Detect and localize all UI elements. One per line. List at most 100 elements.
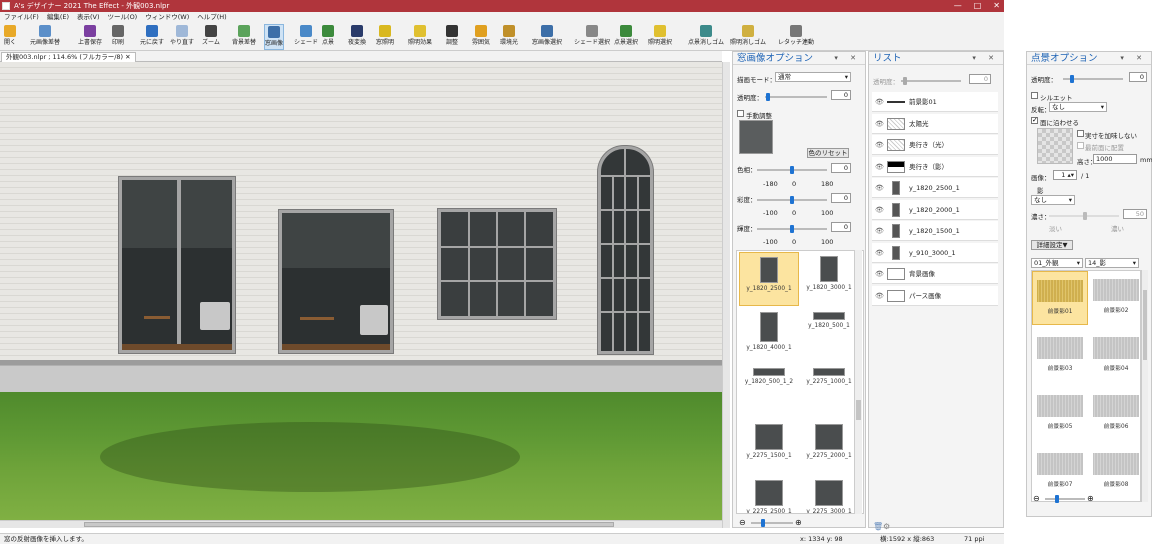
window-thumbnail[interactable]: y_2275_1500_1 bbox=[739, 420, 799, 474]
toolbar-tree-button[interactable]: 点景 bbox=[322, 24, 334, 50]
window-thumbnail[interactable]: y_2275_2500_1 bbox=[739, 476, 799, 513]
visibility-eye-icon[interactable]: 👁 bbox=[875, 286, 884, 306]
toolbar-undo-button[interactable]: 元に戻す bbox=[140, 24, 164, 50]
toolbar-print-button[interactable]: 印刷 bbox=[112, 24, 124, 50]
grid-window[interactable] bbox=[438, 209, 556, 319]
visibility-eye-icon[interactable]: 👁 bbox=[875, 178, 884, 198]
panel-controls[interactable]: ▾ ✕ bbox=[834, 52, 861, 65]
fixed-window[interactable] bbox=[279, 210, 393, 353]
list-opacity-value[interactable]: 0 bbox=[969, 74, 991, 84]
window-thumbnail[interactable]: y_2275_2000_1 bbox=[799, 420, 859, 474]
visibility-eye-icon[interactable]: 👁 bbox=[875, 157, 884, 177]
scenery-zoom-out-icon[interactable]: ⊖ bbox=[1033, 494, 1040, 503]
draw-mode-select[interactable]: 通常 bbox=[775, 72, 851, 82]
frame-spinner[interactable]: 1 ▴▾ bbox=[1053, 170, 1077, 180]
maximize-button[interactable]: □ bbox=[974, 0, 982, 12]
window-thumbnail[interactable]: y_1820_500_1_2 bbox=[739, 364, 799, 418]
menu-tools[interactable]: ツール(O) bbox=[108, 12, 138, 23]
toolbar-ambient-button[interactable]: 環境光 bbox=[500, 24, 518, 50]
scenery-thumbnail[interactable]: 前景影08 bbox=[1088, 445, 1140, 499]
layer-row[interactable]: 👁 y_1820_2000_1 bbox=[872, 199, 998, 220]
toolbar-window-select-button[interactable]: 窓画像選択 bbox=[532, 24, 562, 50]
category-select[interactable]: 01_外観 bbox=[1031, 258, 1083, 268]
toolbar-redo-button[interactable]: やり直す bbox=[170, 24, 194, 50]
render-canvas[interactable] bbox=[0, 62, 722, 520]
layer-settings-icon[interactable]: ⚙ bbox=[883, 522, 890, 531]
toolbar-retouch-button[interactable]: レタッチ連動 bbox=[778, 24, 814, 50]
visibility-eye-icon[interactable]: 👁 bbox=[875, 221, 884, 241]
scenery-opacity-value[interactable]: 0 bbox=[1129, 72, 1147, 82]
layer-row[interactable]: 👁 y_1820_2500_1 bbox=[872, 178, 998, 198]
visibility-eye-icon[interactable]: 👁 bbox=[875, 114, 884, 134]
silhouette-checkbox[interactable] bbox=[1031, 92, 1038, 99]
brightness-slider[interactable] bbox=[757, 225, 827, 233]
toolbar-background-button[interactable]: 背景差替 bbox=[232, 24, 256, 50]
visibility-eye-icon[interactable]: 👁 bbox=[875, 200, 884, 220]
layer-row[interactable]: 👁 y_910_3000_1 bbox=[872, 242, 998, 263]
scenery-thumbnail[interactable]: 前景影02 bbox=[1088, 271, 1140, 325]
canvas-horizontal-scrollbar[interactable] bbox=[0, 520, 722, 528]
menu-file[interactable]: ファイル(F) bbox=[4, 12, 39, 23]
scenery-thumb-size-slider[interactable] bbox=[1045, 495, 1085, 503]
toolbar-zoom-button[interactable]: ズーム bbox=[202, 24, 220, 50]
toolbar-shade-button[interactable]: シェード bbox=[294, 24, 318, 50]
saturation-value[interactable]: 0 bbox=[831, 193, 851, 203]
toolbar-light-effect-button[interactable]: 照明効果 bbox=[408, 24, 432, 50]
layer-row[interactable]: 👁 背景画像 bbox=[872, 264, 998, 284]
visibility-eye-icon[interactable]: 👁 bbox=[875, 243, 884, 263]
window-thumbnail[interactable]: y_2275_1000_1 bbox=[799, 364, 859, 418]
hue-value[interactable]: 0 bbox=[831, 163, 851, 173]
sliding-window[interactable] bbox=[119, 177, 235, 353]
toolbar-save-button[interactable]: 上書保存 bbox=[78, 24, 102, 50]
layer-row[interactable]: 👁 奥行き（影） bbox=[872, 156, 998, 177]
opacity-slider[interactable] bbox=[765, 93, 827, 101]
document-tab[interactable]: 外観003.nlpr ; 114.6% (フルカラー/8) ✕ bbox=[1, 52, 136, 62]
layer-row[interactable]: 👁 パース画像 bbox=[872, 285, 998, 306]
scenery-zoom-in-icon[interactable]: ⊕ bbox=[1087, 494, 1094, 503]
arched-window[interactable] bbox=[598, 146, 653, 354]
toolbar-window-light-button[interactable]: 窓照明 bbox=[376, 24, 394, 50]
list-opacity-slider[interactable] bbox=[901, 77, 961, 85]
library-scrollbar[interactable] bbox=[854, 250, 862, 514]
toolbar-open-button[interactable]: 開く bbox=[4, 24, 16, 50]
window-thumbnail[interactable]: y_1820_4000_1 bbox=[739, 308, 799, 362]
toolbar-shade-select-button[interactable]: シェード選択 bbox=[574, 24, 610, 50]
thumbnail-size-slider[interactable] bbox=[751, 519, 793, 527]
close-button[interactable]: ✕ bbox=[993, 0, 1000, 12]
density-slider[interactable] bbox=[1049, 212, 1119, 220]
flip-select[interactable]: なし bbox=[1049, 102, 1107, 112]
toolbar-night-button[interactable]: 夜変換 bbox=[348, 24, 366, 50]
panel-controls[interactable]: ▾ ✕ bbox=[1120, 52, 1147, 65]
scenery-opacity-slider[interactable] bbox=[1063, 75, 1123, 83]
canvas-vertical-scrollbar[interactable] bbox=[722, 62, 730, 528]
window-thumbnail[interactable]: y_1820_3000_1 bbox=[799, 252, 859, 306]
scenery-thumbnail[interactable]: 前景影06 bbox=[1088, 387, 1140, 441]
scenery-thumbnail[interactable]: 前景影03 bbox=[1032, 329, 1088, 383]
visibility-eye-icon[interactable]: 👁 bbox=[875, 92, 884, 112]
shadow-select[interactable]: なし bbox=[1031, 195, 1075, 205]
color-reset-button[interactable]: 色のリセット bbox=[807, 148, 849, 158]
menu-help[interactable]: ヘルプ(H) bbox=[197, 12, 226, 23]
visibility-eye-icon[interactable]: 👁 bbox=[875, 264, 884, 284]
brightness-value[interactable]: 0 bbox=[831, 222, 851, 232]
toolbar-light-select-button[interactable]: 照明選択 bbox=[648, 24, 672, 50]
trash-icon[interactable]: 🗑 bbox=[873, 522, 883, 531]
toolbar-swap-image-button[interactable]: 元画像差替 bbox=[30, 24, 60, 50]
window-thumbnail[interactable]: y_2275_3000_1 bbox=[799, 476, 859, 513]
toolbar-light-eraser-button[interactable]: 照明消しゴム bbox=[730, 24, 766, 50]
window-thumbnail[interactable]: y_1820_500_1 bbox=[799, 308, 859, 362]
scenery-thumbnail[interactable]: 前景影01 bbox=[1032, 271, 1088, 325]
layer-row[interactable]: 👁 太陽光 bbox=[872, 113, 998, 134]
zoom-out-icon[interactable]: ⊖ bbox=[739, 518, 746, 527]
menu-window[interactable]: ウィンドウ(W) bbox=[145, 12, 189, 23]
zoom-in-icon[interactable]: ⊕ bbox=[795, 518, 802, 527]
manual-adjust-checkbox[interactable] bbox=[737, 110, 744, 117]
height-input[interactable]: 1000 bbox=[1093, 154, 1137, 164]
hue-slider[interactable] bbox=[757, 166, 827, 174]
layer-row[interactable]: 👁 前景影01 bbox=[872, 92, 998, 112]
menu-edit[interactable]: 編集(E) bbox=[47, 12, 69, 23]
toolbar-tree-select-button[interactable]: 点景選択 bbox=[614, 24, 638, 50]
scenery-thumbnail[interactable]: 前景影05 bbox=[1032, 387, 1088, 441]
scenery-library-scrollbar[interactable] bbox=[1141, 270, 1148, 502]
density-value[interactable]: 50 bbox=[1123, 209, 1147, 219]
